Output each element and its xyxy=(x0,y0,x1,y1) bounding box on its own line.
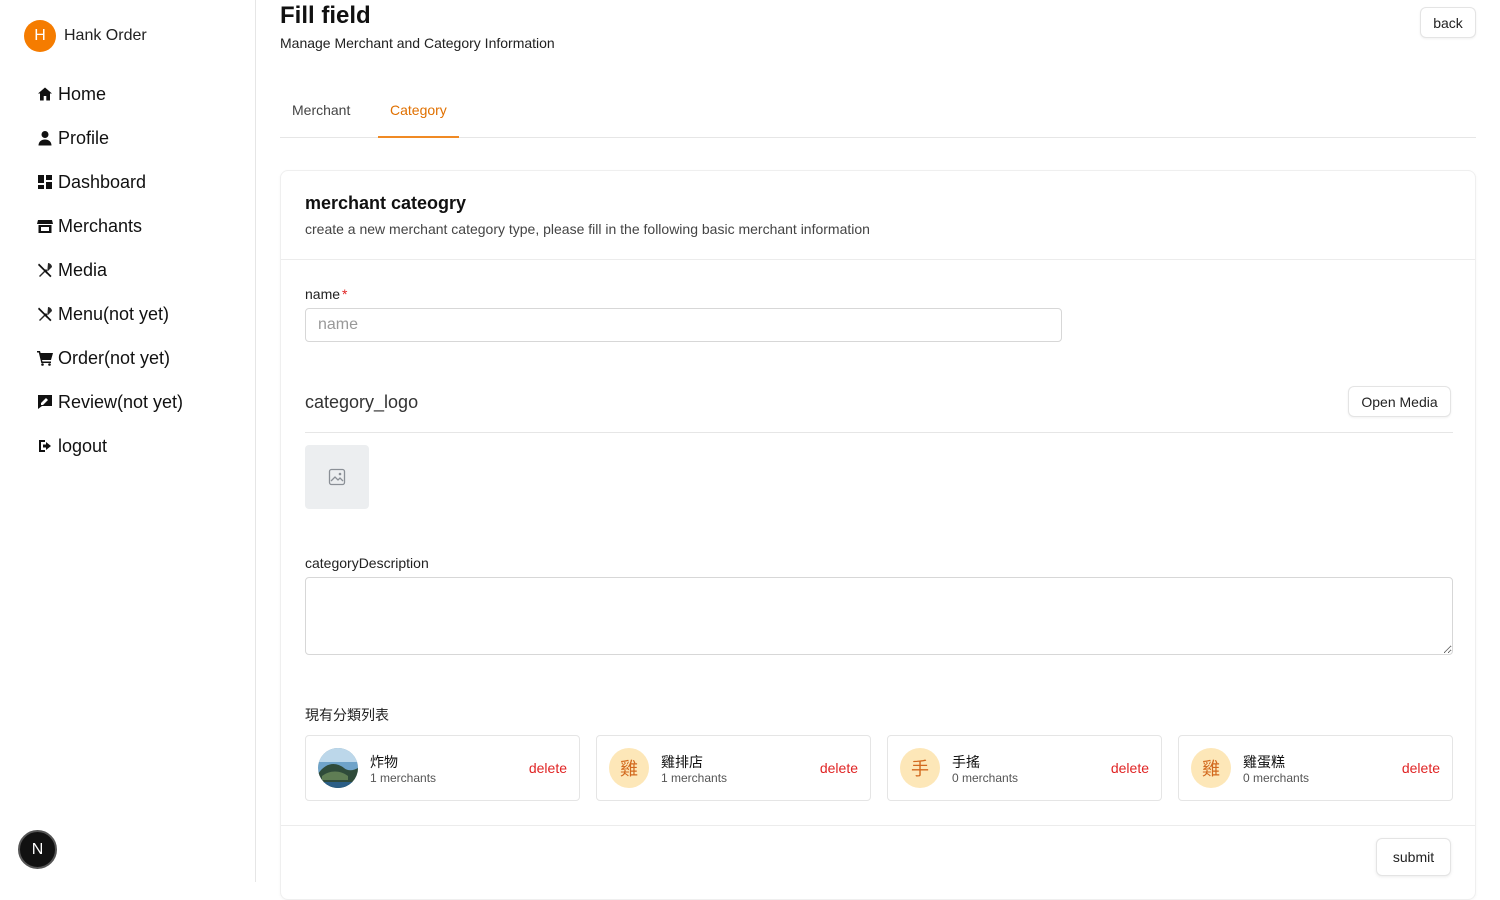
sidebar-nav: Home Profile Dashboard Merchants Media M… xyxy=(36,72,183,468)
name-input[interactable] xyxy=(305,308,1062,342)
logout-icon xyxy=(36,437,54,455)
category-description-label: categoryDescription xyxy=(305,555,429,571)
footer-divider xyxy=(281,825,1475,826)
sidebar-item-media[interactable]: Media xyxy=(36,248,183,292)
name-label: name * xyxy=(305,286,347,302)
sidebar-item-dashboard[interactable]: Dashboard xyxy=(36,160,183,204)
category-card: 手 手搖 0 merchants delete xyxy=(887,735,1162,801)
user-icon xyxy=(36,129,54,147)
landscape-photo xyxy=(318,748,358,788)
devtools-badge[interactable]: N xyxy=(18,830,57,869)
page-title: Fill field xyxy=(280,2,371,29)
sidebar-item-order[interactable]: Order(not yet) xyxy=(36,336,183,380)
category-avatar: 雞 xyxy=(1191,748,1231,788)
delete-category-button[interactable]: delete xyxy=(1402,760,1440,776)
tab-bar: Merchant Category xyxy=(280,88,1476,138)
open-media-button[interactable]: Open Media xyxy=(1348,386,1451,417)
sidebar-item-label: Profile xyxy=(58,127,110,148)
home-icon xyxy=(36,85,54,103)
app-name: Hank Order xyxy=(64,27,147,44)
delete-category-button[interactable]: delete xyxy=(1111,760,1149,776)
category-count: 1 merchants xyxy=(370,771,437,785)
sidebar-item-label: logout xyxy=(58,435,108,456)
brand[interactable]: H Hank Order xyxy=(24,20,147,52)
sidebar-item-review[interactable]: Review(not yet) xyxy=(36,380,183,424)
category-name: 雞排店 xyxy=(661,754,703,770)
review-icon xyxy=(36,393,54,411)
category-avatar: 手 xyxy=(900,748,940,788)
category-name: 炸物 xyxy=(370,754,398,770)
back-button[interactable]: back xyxy=(1420,7,1476,38)
sidebar-item-home[interactable]: Home xyxy=(36,72,183,116)
delete-category-button[interactable]: delete xyxy=(529,760,567,776)
tab-merchant[interactable]: Merchant xyxy=(280,88,362,138)
cart-icon xyxy=(36,349,54,367)
category-description-field[interactable] xyxy=(305,577,1453,655)
utensils-icon xyxy=(36,261,54,279)
card-title: merchant cateogry xyxy=(305,193,467,213)
sidebar-item-label: Merchants xyxy=(58,215,143,236)
utensils-icon xyxy=(36,305,54,323)
sidebar-item-label: Review(not yet) xyxy=(58,391,184,412)
category-count: 1 merchants xyxy=(661,771,728,785)
category-count: 0 merchants xyxy=(1243,771,1310,785)
category-list: 炸物 1 merchants delete 雞 雞排店 1 merchants … xyxy=(305,735,1453,801)
card-description: create a new merchant category type, ple… xyxy=(305,221,870,237)
store-icon xyxy=(36,217,54,235)
avatar: H xyxy=(24,20,56,52)
sidebar-item-merchants[interactable]: Merchants xyxy=(36,204,183,248)
sidebar-item-label: Home xyxy=(58,83,107,104)
category-avatar: 雞 xyxy=(609,748,649,788)
sidebar-item-logout[interactable]: logout xyxy=(36,424,183,468)
sidebar-item-label: Menu(not yet) xyxy=(58,303,170,324)
category-card: 雞 雞排店 1 merchants delete xyxy=(596,735,871,801)
required-mark: * xyxy=(342,286,348,302)
name-label-text: name xyxy=(305,286,341,302)
category-list-title: 現有分類列表 xyxy=(305,707,389,723)
sidebar-item-label: Order(not yet) xyxy=(58,347,171,368)
tab-category[interactable]: Category xyxy=(378,88,459,138)
sidebar: H Hank Order Home Profile Dashboard Merc… xyxy=(0,0,256,882)
category-logo-label: category_logo xyxy=(305,392,419,412)
category-card: 雞 雞蛋糕 0 merchants delete xyxy=(1178,735,1453,801)
card-header: merchant cateogry create a new merchant … xyxy=(281,171,1475,260)
divider xyxy=(305,432,1453,433)
category-card: 炸物 1 merchants delete xyxy=(305,735,580,801)
delete-category-button[interactable]: delete xyxy=(820,760,858,776)
image-icon xyxy=(328,468,346,486)
category-name: 手搖 xyxy=(952,754,980,770)
category-name: 雞蛋糕 xyxy=(1243,754,1285,770)
category-avatar xyxy=(318,748,358,788)
category-count: 0 merchants xyxy=(952,771,1019,785)
page-subtitle: Manage Merchant and Category Information xyxy=(280,35,555,51)
category-form-card: merchant cateogry create a new merchant … xyxy=(280,170,1476,900)
sidebar-item-profile[interactable]: Profile xyxy=(36,116,183,160)
dashboard-icon xyxy=(36,173,54,191)
sidebar-item-label: Dashboard xyxy=(58,171,147,192)
submit-button[interactable]: submit xyxy=(1376,838,1451,876)
main-content: Fill field Manage Merchant and Category … xyxy=(280,0,1476,900)
sidebar-item-label: Media xyxy=(58,259,108,280)
sidebar-item-menu[interactable]: Menu(not yet) xyxy=(36,292,183,336)
logo-preview[interactable] xyxy=(305,445,369,509)
